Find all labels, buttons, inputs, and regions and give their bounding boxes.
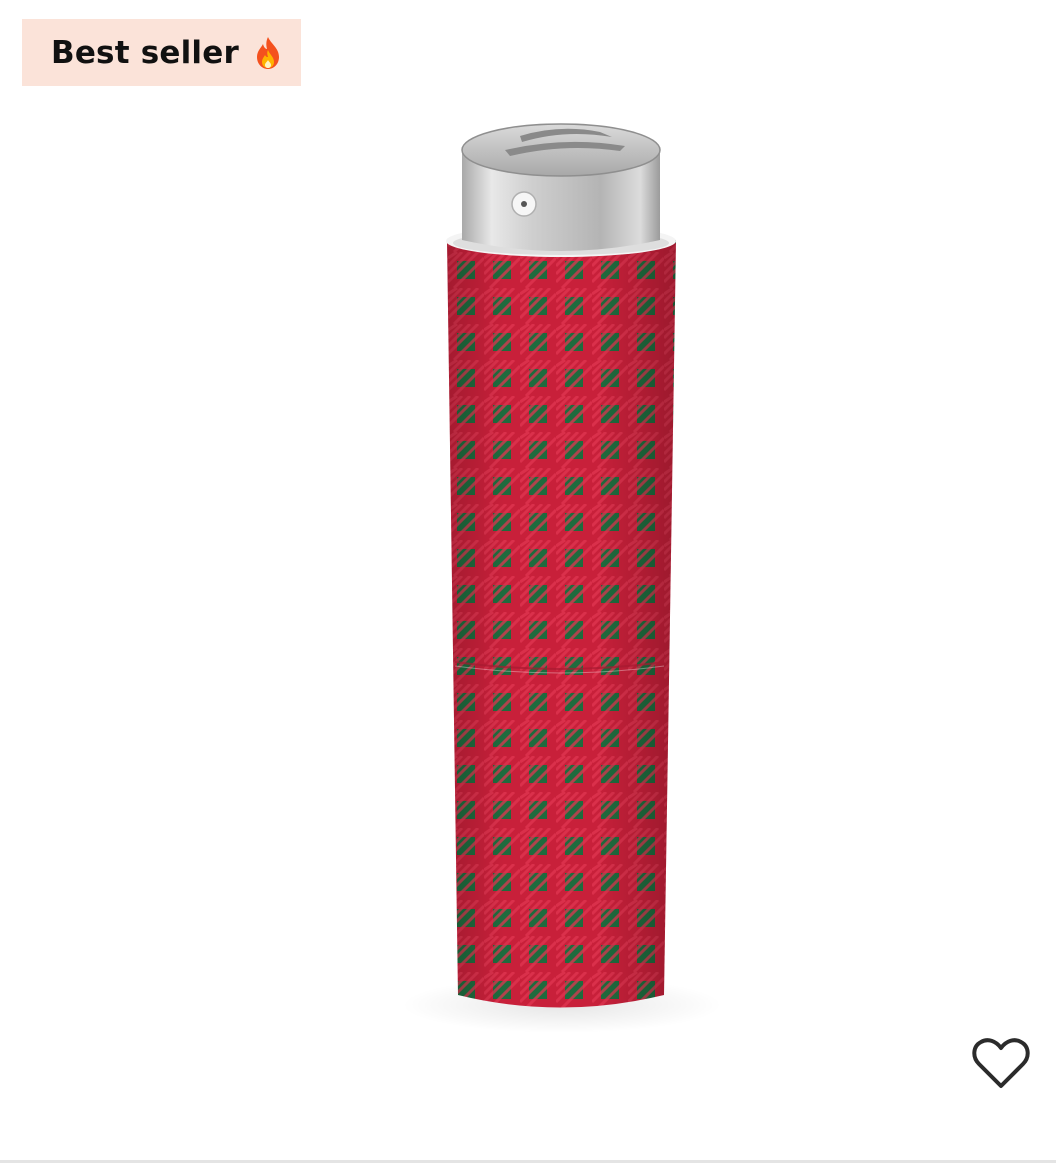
product-card: Best seller <box>0 0 1056 1173</box>
heart-outline-icon <box>971 1038 1030 1088</box>
fire-icon <box>253 36 283 70</box>
badge-label: Best seller <box>51 34 239 71</box>
best-seller-badge: Best seller <box>22 19 301 86</box>
divider <box>0 1160 1056 1163</box>
atomizer-cap <box>461 123 661 251</box>
product-image[interactable] <box>0 0 1056 1173</box>
atomizer-body <box>446 225 676 1008</box>
favorite-button[interactable] <box>945 993 1056 1133</box>
